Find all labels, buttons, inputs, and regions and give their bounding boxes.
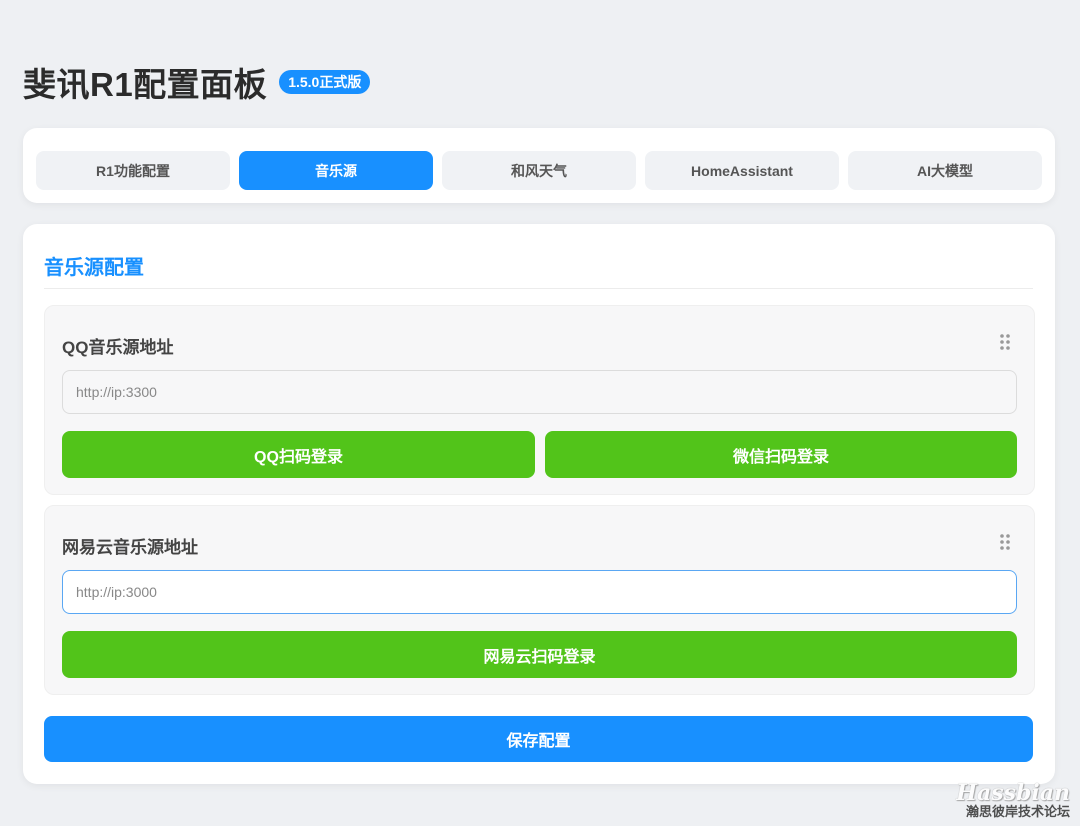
tab-music-source[interactable]: 音乐源 <box>239 151 433 190</box>
drag-handle-icon[interactable] <box>999 333 1011 351</box>
netease-music-label: 网易云音乐源地址 <box>62 538 198 557</box>
version-badge: 1.5.0正式版 <box>279 70 371 94</box>
wechat-scan-login-button[interactable]: 微信扫码登录 <box>545 431 1017 478</box>
watermark-subtitle: 瀚思彼岸技术论坛 <box>965 804 1070 819</box>
netease-scan-login-button[interactable]: 网易云扫码登录 <box>62 631 1017 678</box>
save-config-button[interactable]: 保存配置 <box>44 716 1033 762</box>
section-divider <box>44 288 1033 289</box>
tab-bar: R1功能配置 音乐源 和风天气 HomeAssistant AI大模型 <box>23 128 1055 203</box>
qq-scan-login-button[interactable]: QQ扫码登录 <box>62 431 535 478</box>
page-title: 斐讯R1配置面板 <box>23 66 268 103</box>
section-title: 音乐源配置 <box>44 257 144 279</box>
qq-music-url-input[interactable] <box>62 370 1017 414</box>
netease-music-url-input[interactable] <box>62 570 1017 614</box>
forum-watermark: Hassbian 瀚思彼岸技术论坛 <box>956 782 1070 820</box>
qq-music-group: QQ音乐源地址 QQ扫码登录 微信扫码登录 <box>44 305 1035 495</box>
tab-homeassistant[interactable]: HomeAssistant <box>645 151 839 190</box>
tab-qweather[interactable]: 和风天气 <box>442 151 636 190</box>
netease-music-group: 网易云音乐源地址 网易云扫码登录 <box>44 505 1035 695</box>
qq-music-label: QQ音乐源地址 <box>62 338 174 357</box>
tab-ai-model[interactable]: AI大模型 <box>848 151 1042 190</box>
watermark-logo: Hassbian <box>956 780 1070 806</box>
drag-handle-icon[interactable] <box>999 533 1011 551</box>
page-header: 斐讯R1配置面板 1.5.0正式版 <box>23 58 371 106</box>
config-panel: 音乐源配置 QQ音乐源地址 QQ扫码登录 微信扫码登录 网易云音乐源地址 网易云… <box>23 224 1055 784</box>
tab-r1-function-config[interactable]: R1功能配置 <box>36 151 230 190</box>
